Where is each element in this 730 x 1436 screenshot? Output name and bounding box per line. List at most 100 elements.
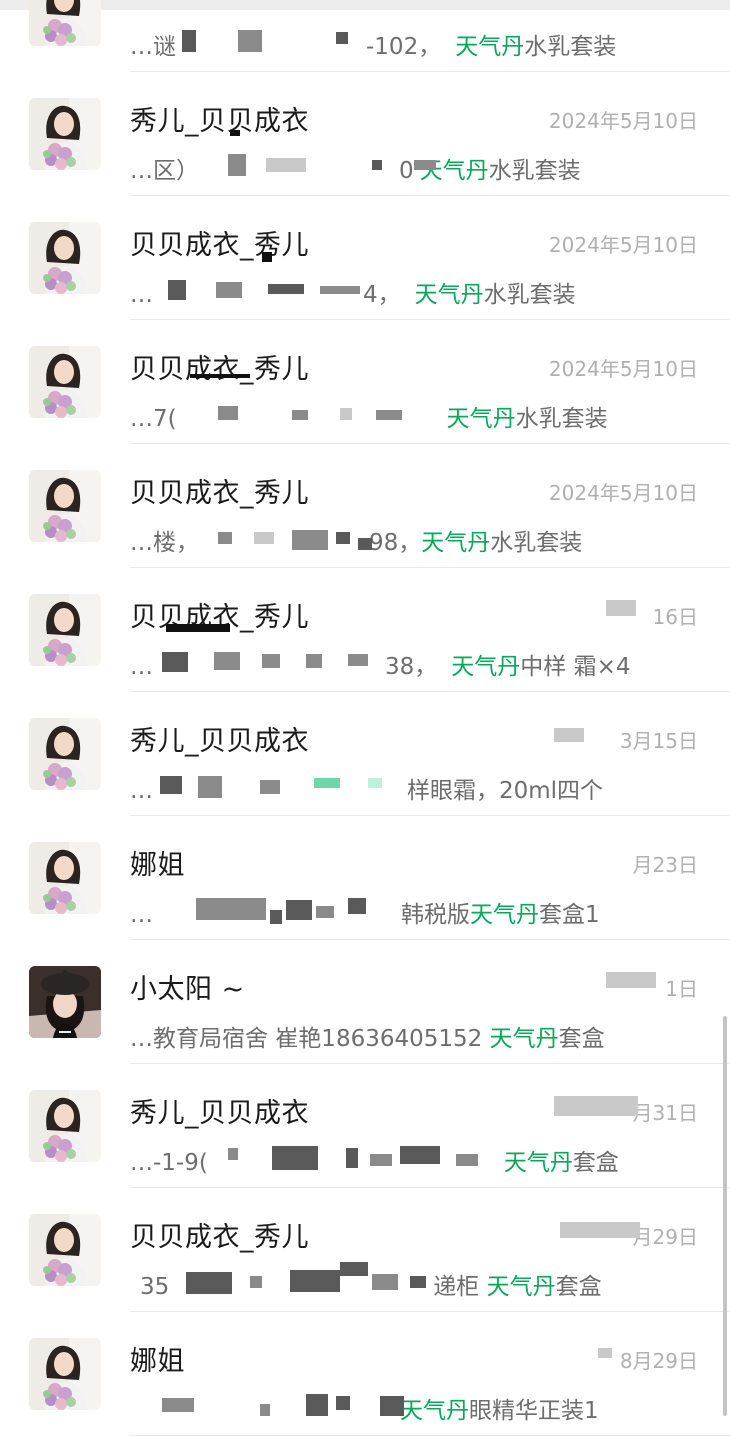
privacy-mask	[260, 1404, 270, 1416]
keyword-highlight: 天气丹	[503, 1150, 573, 1176]
privacy-mask	[456, 1154, 478, 1166]
privacy-mask	[262, 252, 272, 262]
privacy-mask	[214, 652, 240, 670]
chat-result-item[interactable]: 贝贝成衣_秀儿 2024年5月10日 …7(天气丹水乳套装	[0, 320, 730, 444]
privacy-mask	[228, 1148, 238, 1160]
privacy-mask	[272, 1146, 318, 1170]
privacy-mask	[314, 778, 340, 788]
privacy-mask	[266, 158, 306, 172]
scrollbar[interactable]	[723, 1016, 727, 1416]
chat-result-item[interactable]: 小太阳 ~ 1日 …教育局宿舍 崔艳18636405152 天气丹套盒	[0, 940, 730, 1064]
chat-name: 娜姐	[130, 1346, 185, 1377]
keyword-highlight: 天气丹	[489, 1026, 559, 1052]
privacy-mask	[336, 532, 350, 544]
message-preview: …楼， 98，天气丹水乳套装	[130, 530, 583, 556]
privacy-mask	[410, 1276, 426, 1288]
privacy-mask	[292, 410, 308, 420]
privacy-mask	[340, 1262, 368, 1276]
privacy-mask	[336, 1396, 350, 1410]
chat-result-item[interactable]: 贝贝成衣_秀儿 月29日 35 递柜 天气丹套盒	[0, 1188, 730, 1312]
privacy-mask	[254, 532, 274, 544]
privacy-mask	[606, 972, 656, 988]
keyword-highlight: 天气丹	[421, 530, 491, 556]
keyword-highlight: 天气丹	[455, 34, 525, 60]
privacy-mask	[348, 654, 368, 666]
chat-date: 8月29日	[619, 1349, 698, 1373]
flowers-avatar	[29, 718, 101, 790]
chat-result-item[interactable]: 娜姐 8月29日 天气丹眼精华正装1	[0, 1312, 730, 1436]
chat-name: 秀儿_贝贝成衣	[130, 726, 309, 757]
privacy-mask	[560, 1222, 640, 1238]
privacy-mask	[400, 1146, 440, 1164]
privacy-mask	[168, 280, 186, 300]
privacy-mask	[554, 1096, 638, 1116]
privacy-mask	[306, 1394, 328, 1416]
privacy-mask	[306, 654, 322, 668]
chat-date: 月31日	[632, 1101, 698, 1125]
privacy-mask	[320, 286, 360, 294]
keyword-highlight: 天气丹	[414, 282, 484, 308]
privacy-mask	[336, 32, 348, 44]
privacy-mask	[238, 30, 262, 52]
privacy-mask	[340, 408, 352, 420]
privacy-mask	[372, 160, 382, 170]
flowers-avatar	[29, 1338, 101, 1410]
keyword-highlight: 天气丹	[486, 1274, 556, 1300]
keyword-highlight: 天气丹	[470, 902, 539, 928]
chat-name: 贝贝成衣_秀儿	[130, 1222, 309, 1253]
privacy-mask	[376, 410, 402, 420]
flowers-avatar	[29, 222, 101, 294]
chat-result-item[interactable]: 秀儿_贝贝成衣 月31日 …-1-9(天气丹套盒	[0, 1064, 730, 1188]
chat-name: 贝贝成衣_秀儿	[130, 354, 309, 385]
flowers-avatar	[29, 346, 101, 418]
chat-result-item[interactable]: 娜姐 月23日 … 韩税版天气丹套盒1	[0, 816, 730, 940]
privacy-mask	[162, 652, 188, 672]
privacy-mask	[606, 600, 636, 616]
privacy-mask	[262, 654, 280, 668]
chat-date: 月23日	[632, 853, 698, 877]
flowers-avatar	[29, 1214, 101, 1286]
privacy-mask	[186, 1272, 232, 1294]
chat-result-item[interactable]: 贝贝成衣_秀儿 2024年5月10日 …楼， 98，天气丹水乳套装	[0, 444, 730, 568]
flowers-avatar	[29, 1090, 101, 1162]
privacy-mask	[166, 624, 230, 632]
beret-avatar	[29, 966, 101, 1038]
chat-result-item[interactable]: 秀儿_贝贝成衣 3月15日 … 样眼霜，20ml四个	[0, 692, 730, 816]
privacy-mask	[290, 1270, 340, 1292]
privacy-mask	[162, 1398, 194, 1412]
privacy-mask	[260, 780, 280, 794]
chat-result-item[interactable]: 秀儿_贝贝成衣 2024年5月10日 …区） 0 天气丹水乳套装	[0, 72, 730, 196]
keyword-highlight: 天气丹	[400, 1398, 469, 1424]
privacy-mask	[316, 906, 334, 918]
privacy-mask	[228, 154, 246, 176]
flowers-avatar	[29, 0, 101, 46]
message-preview: …谜 -102， 天气丹水乳套装	[130, 34, 617, 60]
privacy-mask	[348, 898, 366, 914]
privacy-mask	[372, 1274, 398, 1290]
privacy-mask	[380, 1396, 404, 1416]
privacy-mask	[368, 778, 382, 788]
flowers-avatar	[29, 98, 101, 170]
privacy-mask	[414, 160, 436, 170]
chat-result-item[interactable]: …谜 -102， 天气丹水乳套装	[0, 0, 730, 72]
chat-name: 娜姐	[130, 850, 185, 881]
privacy-mask	[370, 1154, 392, 1166]
privacy-mask	[250, 1276, 262, 1288]
privacy-mask	[218, 406, 238, 420]
privacy-mask	[196, 898, 266, 920]
privacy-mask	[230, 130, 240, 136]
message-preview: 天气丹眼精华正装1	[400, 1398, 599, 1424]
chat-name: 小太阳 ~	[130, 974, 245, 1005]
privacy-mask	[268, 284, 304, 294]
chat-date: 2024年5月10日	[548, 233, 698, 257]
chat-result-item[interactable]: 贝贝成衣_秀儿 16日 … 38， 天气丹中样 霜×4	[0, 568, 730, 692]
privacy-mask	[270, 910, 282, 924]
message-preview: … 38， 天气丹中样 霜×4	[130, 654, 631, 680]
message-preview: …7(天气丹水乳套装	[130, 406, 608, 432]
chat-result-item[interactable]: 贝贝成衣_秀儿 2024年5月10日 … 4， 天气丹水乳套装	[0, 196, 730, 320]
privacy-mask	[554, 728, 584, 742]
chat-date: 3月15日	[619, 729, 698, 753]
privacy-mask	[358, 538, 372, 550]
chat-date: 月29日	[632, 1225, 698, 1249]
chat-date: 16日	[652, 605, 698, 629]
